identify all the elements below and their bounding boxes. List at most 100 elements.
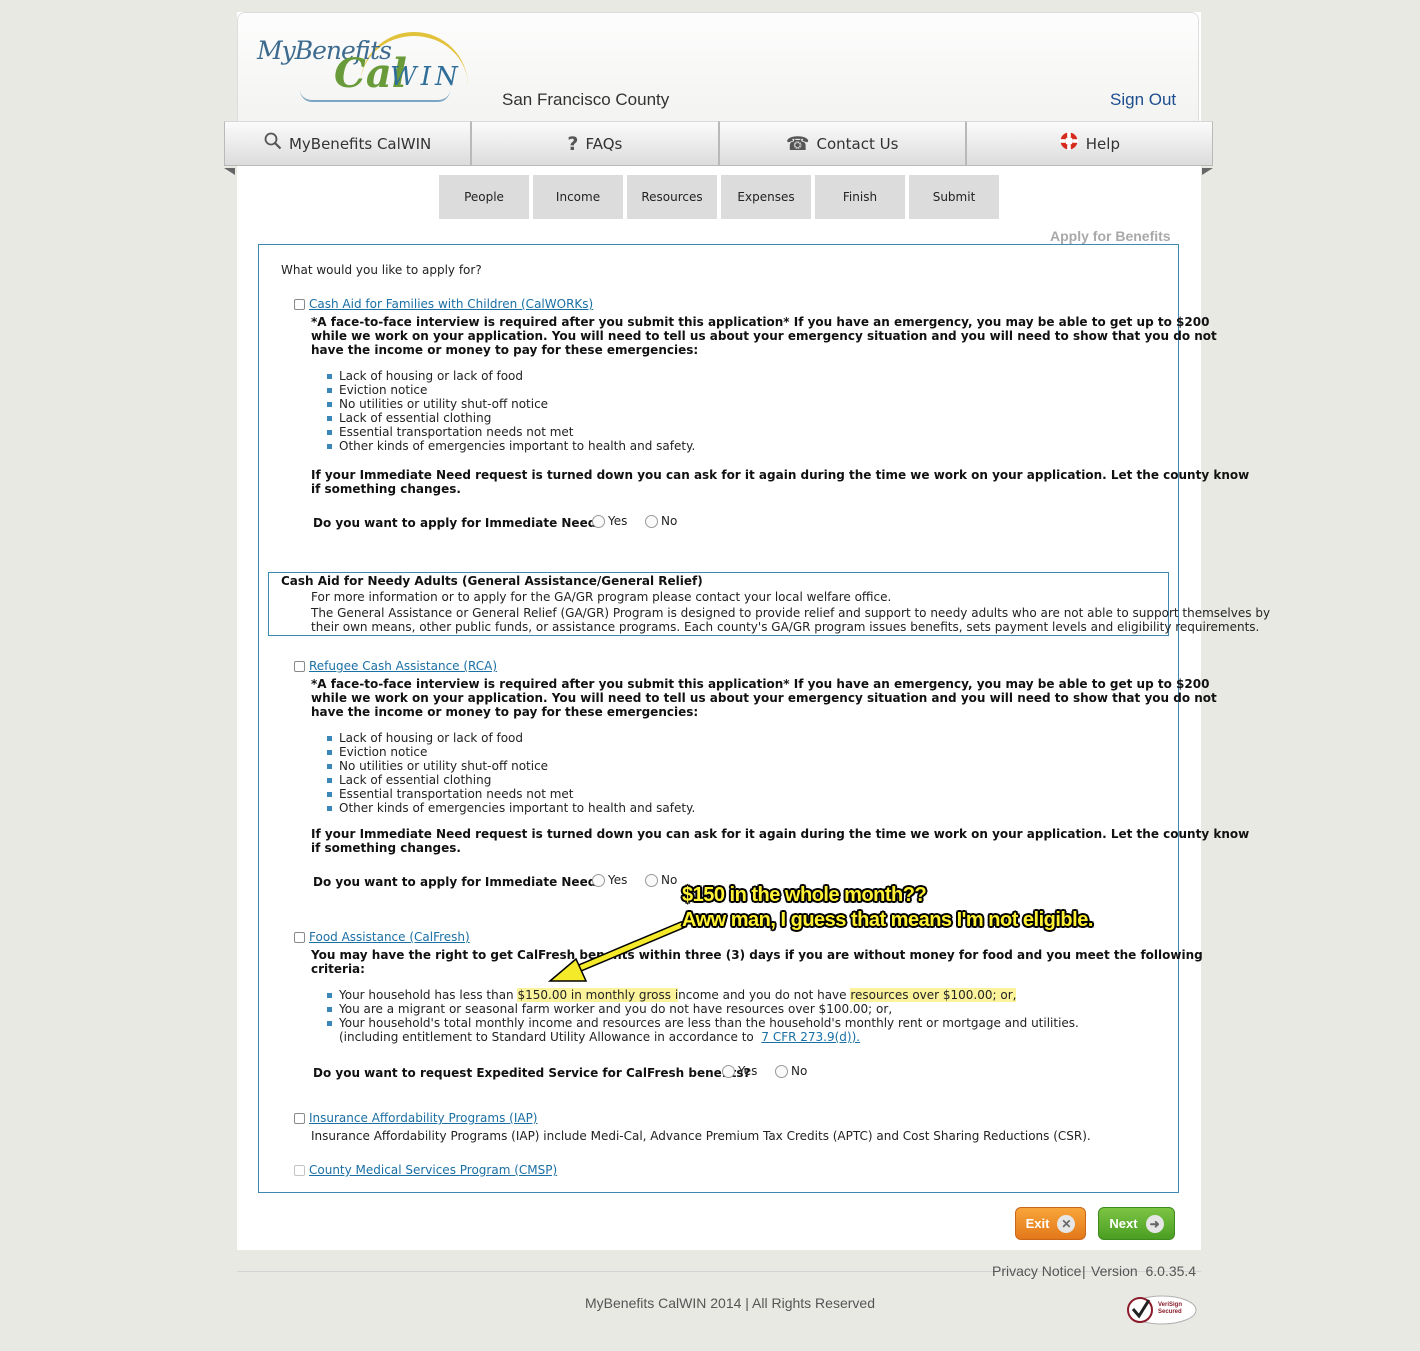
bullet [327, 388, 332, 393]
calfresh-bullet-rent-cont: (including entitlement to Standard Utili… [339, 1030, 860, 1044]
calworks-bullet: Lack of essential clothing [339, 411, 492, 425]
footer-separator: | [1082, 1263, 1086, 1279]
step-resources[interactable]: Resources [627, 175, 717, 219]
cfr-link[interactable]: 7 CFR 273.9(d)). [761, 1030, 860, 1044]
nav-tab-label: Help [1085, 134, 1120, 153]
nav-tab-faqs[interactable]: ? FAQs [471, 121, 719, 166]
calfresh-bullet-text: (including entitlement to Standard Utili… [339, 1030, 758, 1044]
logo-win: WIN [390, 62, 462, 92]
step-submit[interactable]: Submit [909, 175, 999, 219]
annotation-line-2: Aww man, I guess that means I'm not elig… [682, 909, 1093, 931]
calworks-immediate-need-question: Do you want to apply for Immediate Need? [313, 516, 604, 530]
lifebuoy-icon [1059, 131, 1079, 156]
calfresh-bullet-migrant: You are a migrant or seasonal farm worke… [339, 1002, 893, 1016]
verisign-seal[interactable]: VeriSign Secured [1127, 1294, 1197, 1326]
rca-note-line: If your Immediate Need request is turned… [311, 827, 1250, 841]
radio-label-no: No [661, 873, 678, 887]
step-expenses[interactable]: Expenses [721, 175, 811, 219]
calfresh-bullet-text: Your household has less than [339, 988, 518, 1002]
sign-out-link[interactable]: Sign Out [1110, 90, 1176, 110]
nav-tab-mybenefits[interactable]: MyBenefits CalWIN [224, 121, 472, 166]
rca-no-radio[interactable] [645, 874, 658, 887]
calworks-intro-line: have the income or money to pay for thes… [311, 343, 699, 357]
cmsp-checkbox[interactable] [294, 1165, 305, 1176]
calfresh-expedited-question: Do you want to request Expedited Service… [313, 1066, 751, 1080]
nav-corner-left [224, 168, 235, 175]
highlighted-income-limit: $150.00 in monthly gross i [517, 988, 679, 1002]
version-label: Version 6.0.35.4 [1091, 1263, 1197, 1279]
bullet [327, 374, 332, 379]
bullet [327, 1021, 332, 1026]
step-finish[interactable]: Finish [815, 175, 905, 219]
step-income[interactable]: Income [533, 175, 623, 219]
calfresh-bullet-income: Your household has less than $150.00 in … [339, 988, 1017, 1002]
next-label: Next [1109, 1216, 1138, 1231]
county-label: San Francisco County [502, 90, 670, 109]
calworks-bullet: Other kinds of emergencies important to … [339, 439, 696, 453]
nav-tab-label: Contact Us [816, 134, 899, 153]
radio-label-no: No [661, 514, 678, 528]
form-question: What would you like to apply for? [281, 263, 482, 277]
calfresh-intro-line: You may have the right to get CalFresh b… [311, 948, 1203, 962]
exit-button[interactable]: Exit ✕ [1015, 1207, 1086, 1240]
radio-label-no: No [791, 1064, 808, 1078]
annotation-arrow [547, 921, 686, 982]
calworks-yes-radio[interactable] [592, 515, 605, 528]
ga-line: For more information or to apply for the… [311, 590, 892, 604]
main-nav: MyBenefits CalWIN ? FAQs ☎ Contact Us He… [224, 121, 1213, 168]
rca-link[interactable]: Refugee Cash Assistance (RCA) [309, 659, 497, 673]
calworks-note-line: if something changes. [311, 482, 461, 496]
verisign-text: VeriSign [1158, 1302, 1183, 1308]
ga-line: The General Assistance or General Relief… [311, 606, 1271, 620]
calworks-intro-line: *A face-to-face interview is required af… [311, 315, 1210, 329]
calfresh-yes-radio[interactable] [722, 1065, 735, 1078]
calfresh-link[interactable]: Food Assistance (CalFresh) [309, 930, 470, 944]
annotation-line-1: $150 in the whole month?? [682, 884, 927, 906]
bullet [327, 444, 332, 449]
iap-checkbox[interactable] [294, 1113, 305, 1124]
rca-bullet: No utilities or utility shut-off notice [339, 759, 549, 773]
bullet [327, 792, 332, 797]
phone-icon: ☎ [785, 132, 810, 155]
calworks-bullet: Eviction notice [339, 383, 428, 397]
rca-checkbox[interactable] [294, 661, 305, 672]
calfresh-intro-line: criteria: [311, 962, 365, 976]
rca-bullet: Lack of housing or lack of food [339, 731, 524, 745]
step-tabs: People Income Resources Expenses Finish … [439, 175, 999, 219]
bullet [327, 778, 332, 783]
rca-intro-line: *A face-to-face interview is required af… [311, 677, 1210, 691]
rca-note-line: if something changes. [311, 841, 461, 855]
iap-link[interactable]: Insurance Affordability Programs (IAP) [309, 1111, 538, 1125]
ga-line: their own means, other public funds, or … [311, 620, 1260, 634]
radio-label-yes: Yes [608, 873, 628, 887]
verisign-text: Secured [1158, 1309, 1182, 1315]
calworks-no-radio[interactable] [645, 515, 658, 528]
cmsp-link[interactable]: County Medical Services Program (CMSP) [309, 1163, 557, 1177]
radio-label-yes: Yes [738, 1064, 758, 1078]
rca-bullet: Eviction notice [339, 745, 428, 759]
calworks-checkbox[interactable] [294, 299, 305, 310]
ga-title: Cash Aid for Needy Adults (General Assis… [281, 574, 703, 588]
calworks-bullet: Essential transportation needs not met [339, 425, 574, 439]
calworks-note-line: If your Immediate Need request is turned… [311, 468, 1250, 482]
nav-tab-help[interactable]: Help [965, 121, 1213, 166]
bullet [327, 416, 332, 421]
calfresh-no-radio[interactable] [775, 1065, 788, 1078]
copyright: MyBenefits CalWIN 2014 | All Rights Rese… [585, 1295, 875, 1311]
close-icon: ✕ [1057, 1214, 1076, 1233]
privacy-notice-link[interactable]: Privacy Notice [992, 1263, 1081, 1279]
calworks-link[interactable]: Cash Aid for Families with Children (Cal… [309, 297, 593, 311]
rca-intro-line: have the income or money to pay for thes… [311, 705, 699, 719]
rca-yes-radio[interactable] [592, 874, 605, 887]
bullet [327, 750, 332, 755]
next-button[interactable]: Next ➜ [1098, 1207, 1175, 1240]
calfresh-checkbox[interactable] [294, 932, 305, 943]
page-title: Apply for Benefits [1050, 228, 1171, 244]
nav-tab-contact[interactable]: ☎ Contact Us [718, 121, 966, 166]
calworks-bullet: No utilities or utility shut-off notice [339, 397, 549, 411]
step-people[interactable]: People [439, 175, 529, 219]
bullet [327, 736, 332, 741]
bullet [327, 1007, 332, 1012]
question-icon: ? [567, 132, 579, 155]
radio-label-yes: Yes [608, 514, 628, 528]
